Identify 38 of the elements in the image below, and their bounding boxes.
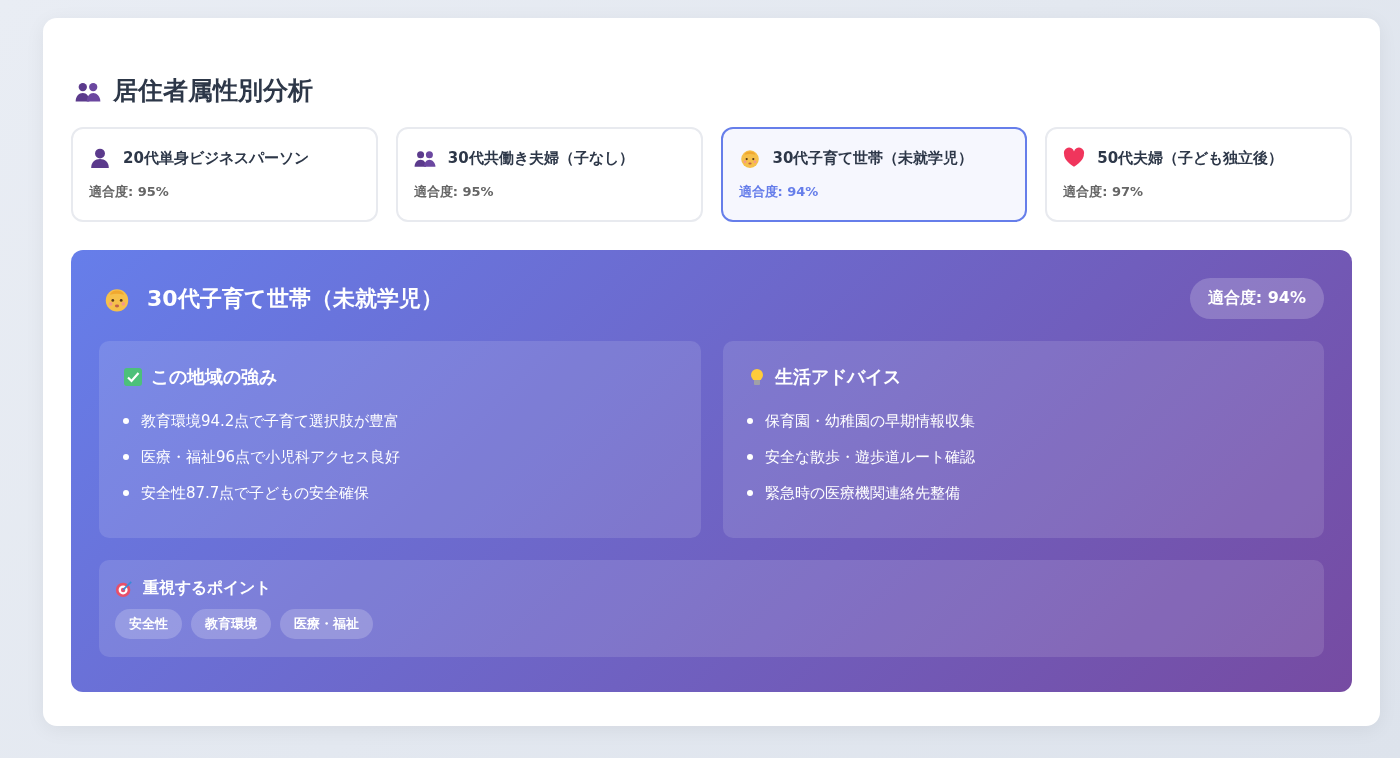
panel-title: 重視するポイント: [143, 578, 271, 599]
profile-tab[interactable]: 20代単身ビジネスパーソン 適合度: 95%: [71, 127, 378, 222]
profile-tab[interactable]: 30代共働き夫婦（子なし） 適合度: 95%: [395, 127, 703, 222]
list-item: 緊急時の医療機関連絡先整備: [764, 483, 960, 504]
tag: 安全性: [115, 609, 182, 639]
bullet-icon: [123, 454, 129, 460]
list-item: 安全な散歩・遊歩道ルート確認: [764, 447, 975, 468]
list-item: 安全性87.7点で子どもの安全確保: [141, 483, 370, 504]
fit-score: 適合度: 95%: [413, 183, 494, 201]
tag: 教育環境: [191, 609, 271, 639]
person-icon: [89, 147, 111, 169]
panel-title: この地域の強み: [151, 365, 277, 389]
check-box-icon: [123, 367, 143, 387]
profile-name: 30代共働き夫婦（子なし）: [447, 148, 634, 168]
fit-badge: 適合度: 94%: [1189, 278, 1324, 319]
detail-title: 30代子育て世帯（未就学児）: [147, 284, 443, 313]
bullet-icon: [123, 418, 129, 424]
profile-name: 50代夫婦（子ども独立後）: [1097, 148, 1284, 168]
list-item: 教育環境94.2点で子育て選択肢が豊富: [141, 411, 400, 432]
bullet-icon: [746, 490, 753, 496]
list-item: 保育園・幼稚園の早期情報収集: [764, 411, 975, 432]
profile-tab[interactable]: 50代夫婦（子ども独立後） 適合度: 97%: [1045, 127, 1352, 222]
section-title: 居住者属性別分析: [113, 75, 313, 107]
bullet-icon: [123, 490, 129, 496]
tag: 医療・福祉: [280, 609, 373, 639]
panel-title: 生活アドバイス: [774, 365, 901, 389]
profile-name: 20代単身ビジネスパーソン: [123, 148, 309, 168]
list-item: 医療・福祉96点で小児科アクセス良好: [141, 447, 401, 468]
bullet-icon: [746, 454, 753, 460]
heart-icon: [1063, 147, 1086, 169]
fit-score: 適合度: 94%: [738, 183, 819, 201]
profile-tab[interactable]: 30代子育て世帯（未就学児） 適合度: 94%: [720, 127, 1028, 222]
target-icon: [115, 579, 133, 598]
fit-score: 適合度: 95%: [89, 183, 169, 201]
fit-score: 適合度: 97%: [1063, 183, 1144, 201]
bullet-icon: [746, 418, 753, 424]
baby-face-icon: [738, 147, 761, 169]
profile-name: 30代子育て世帯（未就学児）: [772, 148, 974, 168]
